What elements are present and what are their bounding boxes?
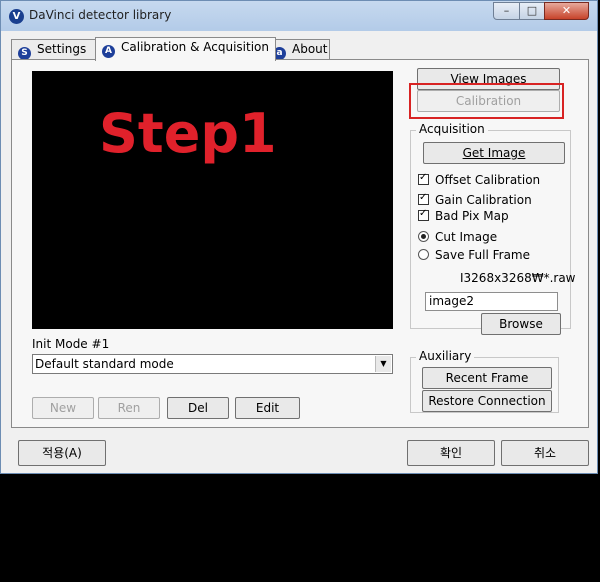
main-window: V DaVinci detector library – □ ✕ S Settin… bbox=[0, 0, 598, 474]
offset-calibration-checkbox[interactable]: Offset Calibration bbox=[418, 172, 541, 187]
step-annotation: Step1 bbox=[99, 102, 277, 165]
init-mode-select[interactable]: Default standard mode ▼ bbox=[32, 354, 393, 374]
new-mode-button[interactable]: New bbox=[32, 397, 94, 419]
restore-connection-button[interactable]: Restore Connection bbox=[422, 390, 552, 412]
auxiliary-group-label: Auxiliary bbox=[416, 349, 475, 363]
tab-calibration-acquisition[interactable]: A Calibration & Acquisition bbox=[95, 37, 276, 61]
bad-pix-map-label: Bad Pix Map bbox=[435, 209, 509, 223]
cut-image-label: Cut Image bbox=[435, 230, 498, 244]
acquisition-tab-icon: A bbox=[102, 45, 115, 58]
apply-button[interactable]: 적용(A) bbox=[18, 440, 106, 466]
ok-label: 확인 bbox=[439, 446, 463, 460]
ok-button[interactable]: 확인 bbox=[407, 440, 495, 466]
restore-connection-label: Restore Connection bbox=[428, 394, 546, 408]
tab-about-label: About bbox=[292, 42, 328, 56]
dropdown-arrow-icon[interactable]: ▼ bbox=[375, 356, 391, 372]
window-title: DaVinci detector library bbox=[29, 8, 172, 22]
minimize-button[interactable]: – bbox=[493, 2, 520, 20]
recent-frame-label: Recent Frame bbox=[445, 371, 529, 385]
bad-pix-map-check-icon bbox=[418, 208, 429, 221]
rename-mode-label: Ren bbox=[117, 401, 141, 415]
gain-calibration-checkbox[interactable]: Gain Calibration bbox=[418, 192, 532, 207]
apply-label: 적용(A) bbox=[42, 446, 82, 460]
acquisition-group-label: Acquisition bbox=[416, 122, 488, 136]
edit-mode-label: Edit bbox=[255, 401, 280, 415]
cancel-label: 취소 bbox=[533, 446, 557, 460]
image-viewer[interactable]: Step1 bbox=[32, 71, 393, 329]
delete-mode-button[interactable]: Del bbox=[167, 397, 229, 419]
calibration-highlight-box bbox=[409, 83, 564, 119]
tab-settings[interactable]: S Settings bbox=[11, 39, 96, 60]
browse-label: Browse bbox=[499, 317, 543, 331]
edit-mode-button[interactable]: Edit bbox=[235, 397, 300, 419]
init-mode-label: Init Mode #1 bbox=[32, 337, 110, 351]
filename-input[interactable]: image2 bbox=[425, 292, 558, 311]
app-logo-icon: V bbox=[9, 9, 24, 24]
gain-calibration-check-icon bbox=[418, 192, 429, 205]
get-image-button[interactable]: Get Image bbox=[423, 142, 565, 164]
tab-settings-label: Settings bbox=[37, 42, 87, 56]
tab-calibration-label: Calibration & Acquisition bbox=[121, 40, 270, 54]
cut-image-radio[interactable]: Cut Image bbox=[418, 230, 497, 244]
init-mode-value: Default standard mode bbox=[35, 357, 174, 371]
browse-button[interactable]: Browse bbox=[481, 313, 561, 335]
cut-image-radio-icon bbox=[418, 231, 429, 242]
save-full-frame-radio-icon bbox=[418, 249, 429, 260]
bad-pix-map-checkbox[interactable]: Bad Pix Map bbox=[418, 208, 509, 223]
new-mode-label: New bbox=[49, 401, 77, 415]
file-pattern-text: I3268x3268₩*.raw bbox=[460, 271, 576, 285]
cancel-button[interactable]: 취소 bbox=[501, 440, 589, 466]
save-full-frame-label: Save Full Frame bbox=[435, 248, 530, 262]
rename-mode-button[interactable]: Ren bbox=[98, 397, 160, 419]
offset-calibration-label: Offset Calibration bbox=[435, 173, 541, 187]
get-image-label: Get Image bbox=[462, 146, 526, 160]
maximize-button[interactable]: □ bbox=[519, 2, 545, 20]
title-bar[interactable]: V DaVinci detector library – □ ✕ bbox=[1, 1, 597, 31]
tab-panel: Step1 View Images Calibration Acquisitio… bbox=[11, 59, 589, 428]
delete-mode-label: Del bbox=[188, 401, 208, 415]
gain-calibration-label: Gain Calibration bbox=[435, 193, 532, 207]
save-full-frame-radio[interactable]: Save Full Frame bbox=[418, 248, 530, 262]
recent-frame-button[interactable]: Recent Frame bbox=[422, 367, 552, 389]
offset-calibration-check-icon bbox=[418, 172, 429, 185]
close-button[interactable]: ✕ bbox=[544, 2, 589, 20]
